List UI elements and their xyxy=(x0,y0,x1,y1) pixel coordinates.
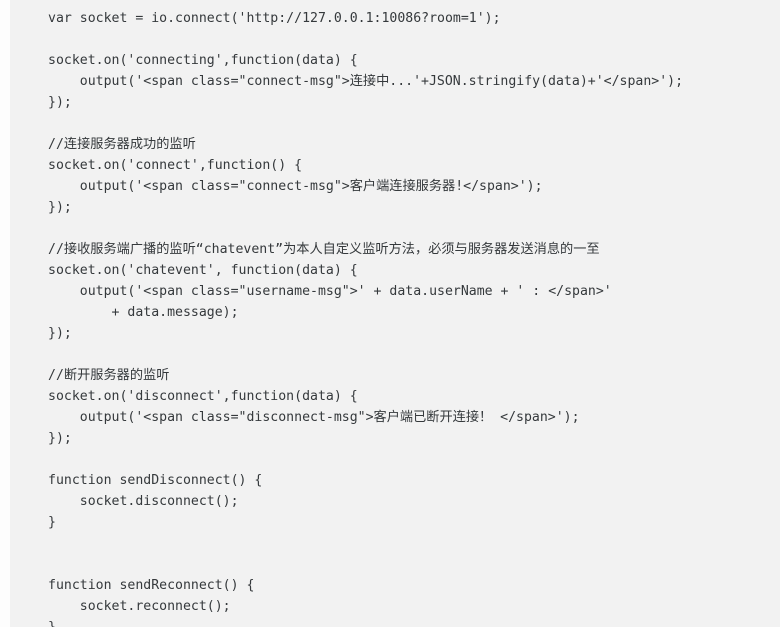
code-line: var socket = io.connect('http://127.0.0.… xyxy=(48,11,501,26)
code-line: //连接服务器成功的监听 xyxy=(48,137,196,152)
code-screenshot: var socket = io.connect('http://127.0.0.… xyxy=(0,0,780,627)
code-line: }); xyxy=(48,326,72,341)
code-gutter xyxy=(0,0,10,627)
code-line: function sendDisconnect() { xyxy=(48,473,263,488)
code-line: socket.on('connect',function() { xyxy=(48,158,303,173)
code-block[interactable]: var socket = io.connect('http://127.0.0.… xyxy=(10,0,780,627)
code-line: //接收服务端广播的监听“chatevent”为本人自定义监听方法，必须与服务器… xyxy=(48,242,600,257)
code-line: socket.reconnect(); xyxy=(48,599,231,614)
code-line: function sendReconnect() { xyxy=(48,578,255,593)
code-line: socket.on('disconnect',function(data) { xyxy=(48,389,358,404)
code-line: socket.disconnect(); xyxy=(48,494,239,509)
code-line: } xyxy=(48,515,56,530)
code-line-list: var socket = io.connect('http://127.0.0.… xyxy=(10,8,780,627)
code-line: output('<span class="connect-msg">连接中...… xyxy=(48,74,684,89)
code-line: //断开服务器的监听 xyxy=(48,368,170,383)
code-line: + data.message); xyxy=(48,305,239,320)
code-line: output('<span class="connect-msg">客户端连接服… xyxy=(48,179,543,194)
code-line: }); xyxy=(48,431,72,446)
code-line: output('<span class="username-msg">' + d… xyxy=(48,284,612,299)
code-line: }); xyxy=(48,95,72,110)
code-line: socket.on('chatevent', function(data) { xyxy=(48,263,358,278)
code-line: } xyxy=(10,617,780,627)
code-line: }); xyxy=(48,200,72,215)
code-line: output('<span class="disconnect-msg">客户端… xyxy=(48,410,580,425)
code-line: socket.on('connecting',function(data) { xyxy=(48,53,358,68)
